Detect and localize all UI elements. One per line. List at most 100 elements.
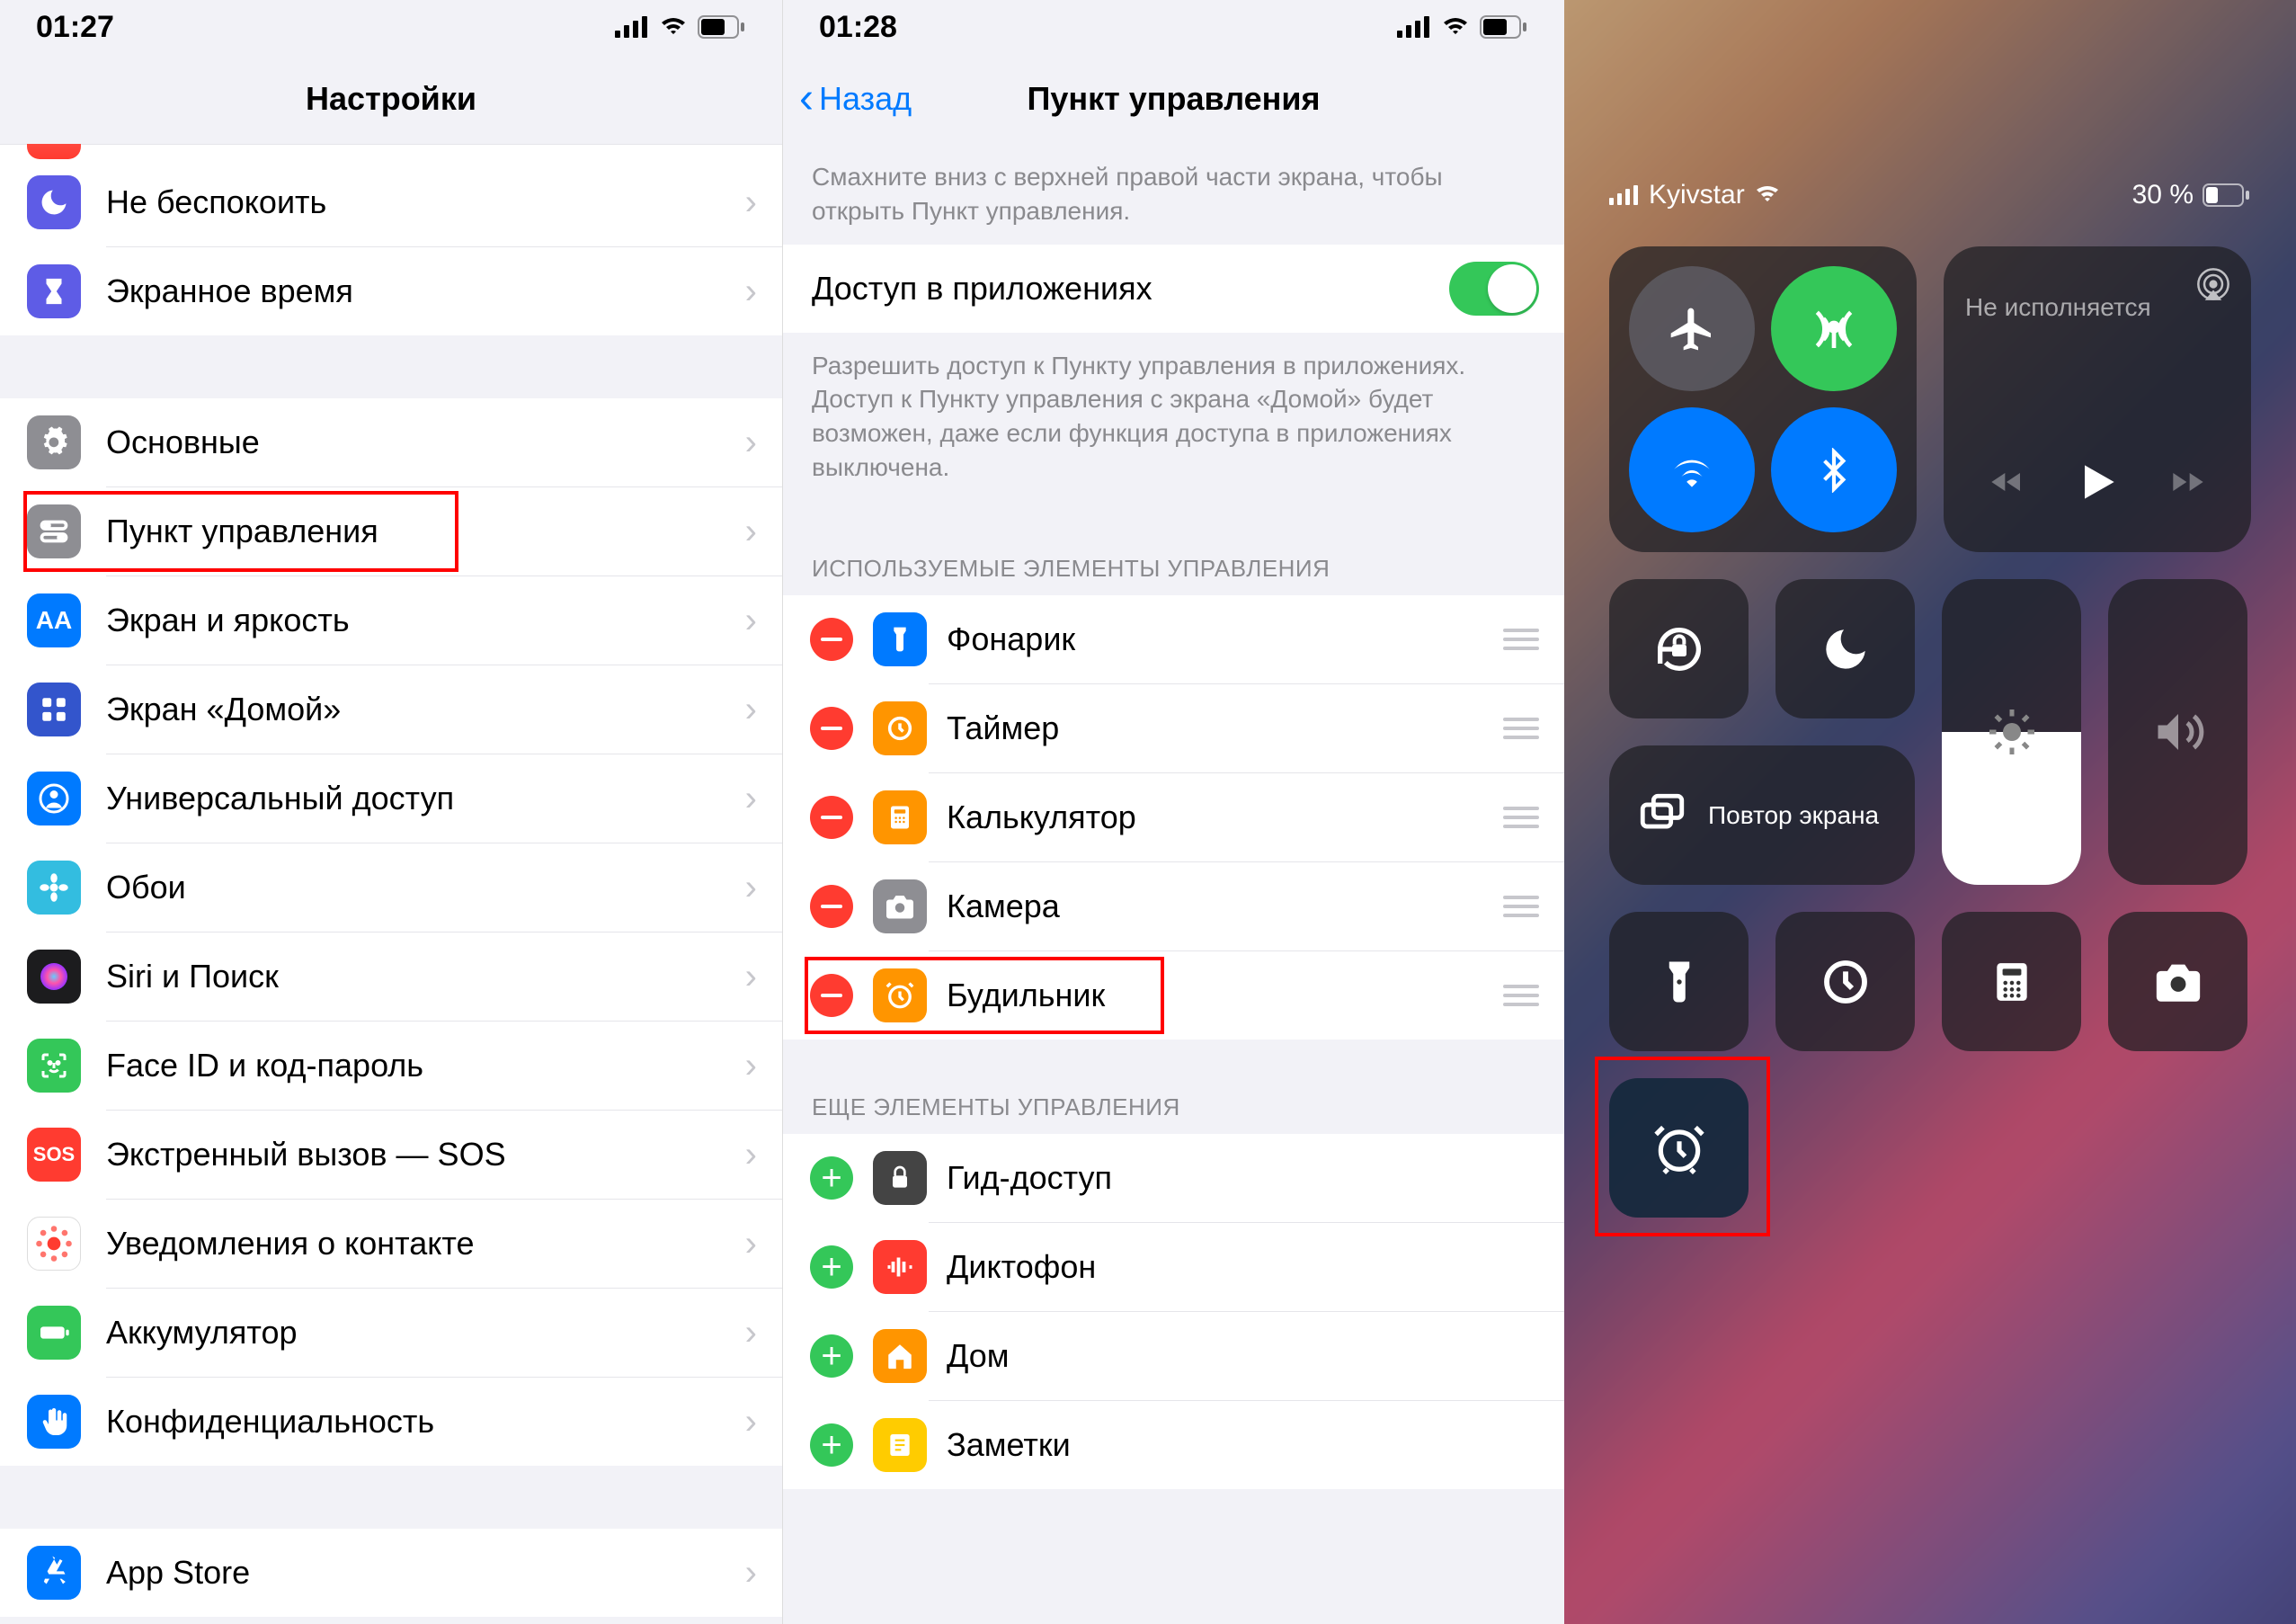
chevron-right-icon: › (745, 1046, 757, 1086)
control-row-label: Диктофон (947, 1248, 1539, 1286)
settings-row-hourglass[interactable]: Экранное время › (0, 247, 782, 335)
notes-icon (873, 1418, 927, 1472)
remove-button[interactable] (810, 974, 853, 1017)
control-row-camera[interactable]: Камера (783, 862, 1564, 950)
wifi-icon (658, 16, 689, 38)
screen-mirroring-button[interactable]: Повтор экрана (1609, 745, 1915, 885)
airplane-mode-button[interactable] (1629, 266, 1755, 391)
control-row-alarm[interactable]: Будильник (783, 951, 1564, 1040)
drag-handle-icon[interactable] (1503, 629, 1539, 650)
remove-button[interactable] (810, 707, 853, 750)
settings-row-SOS[interactable]: SOS Экстренный вызов — SOS › (0, 1111, 782, 1199)
settings-row-grid[interactable]: Экран «Домой» › (0, 665, 782, 754)
settings-row-gear[interactable]: Основные › (0, 398, 782, 486)
control-row-calculator[interactable]: Калькулятор (783, 773, 1564, 861)
cellular-data-button[interactable] (1771, 266, 1897, 391)
battery-percent: 30 % (2132, 180, 2194, 210)
control-row-flashlight[interactable]: Фонарик (783, 595, 1564, 683)
settings-row-flower[interactable]: Обои › (0, 843, 782, 932)
play-icon[interactable] (2072, 457, 2122, 507)
hand-icon (27, 1395, 81, 1449)
drag-handle-icon[interactable] (1503, 896, 1539, 917)
chevron-right-icon: › (745, 690, 757, 730)
status-time: 01:27 (36, 10, 114, 45)
control-row-label: Камера (947, 888, 1503, 925)
chevron-right-icon: › (745, 1224, 757, 1264)
access-in-apps-row[interactable]: Доступ в приложениях (783, 245, 1564, 333)
settings-row-AA[interactable]: AA Экран и яркость › (0, 576, 782, 665)
do-not-disturb-button[interactable] (1775, 579, 1915, 718)
battery-icon (698, 15, 746, 39)
settings-row-label: Face ID и код-пароль (106, 1047, 745, 1084)
timer-icon (873, 701, 927, 755)
settings-row-label: Экстренный вызов — SOS (106, 1136, 745, 1173)
calculator-button[interactable] (1942, 912, 2081, 1051)
settings-row-label: Конфиденциальность (106, 1403, 745, 1441)
hint-text: Смахните вниз с верхней правой части экр… (783, 144, 1564, 245)
add-button[interactable] (810, 1245, 853, 1289)
settings-row-face[interactable]: Face ID и код-пароль › (0, 1022, 782, 1110)
control-row-home[interactable]: Дом (783, 1312, 1564, 1400)
control-row-label: Гид-доступ (947, 1159, 1539, 1197)
bluetooth-button[interactable] (1771, 407, 1897, 532)
control-center-settings-screen: 01:28 ‹ Назад Пункт управления Смахните … (782, 0, 1564, 1624)
next-icon[interactable] (2170, 464, 2206, 500)
camera-button[interactable] (2108, 912, 2247, 1051)
settings-row-siri[interactable]: Siri и Поиск › (0, 932, 782, 1021)
remove-button[interactable] (810, 796, 853, 839)
timer-icon (1820, 957, 1871, 1007)
control-row-timer[interactable]: Таймер (783, 684, 1564, 772)
settings-row-battery[interactable]: Аккумулятор › (0, 1289, 782, 1377)
drag-handle-icon[interactable] (1503, 807, 1539, 828)
back-label: Назад (819, 80, 912, 118)
orientation-lock-button[interactable] (1609, 579, 1749, 718)
flashlight-button[interactable] (1609, 912, 1749, 1051)
antenna-icon (1809, 304, 1859, 354)
control-row-lock[interactable]: Гид-доступ (783, 1134, 1564, 1222)
settings-row-exposure[interactable]: Уведомления о контакте › (0, 1200, 782, 1288)
settings-row-label: App Store (106, 1554, 745, 1592)
grid-icon (27, 683, 81, 736)
settings-screen: 01:27 Настройки Не беспокоить › Экранное… (0, 0, 782, 1624)
remove-button[interactable] (810, 618, 853, 661)
back-button[interactable]: ‹ Назад (783, 77, 912, 120)
settings-row-appstore[interactable]: App Store › (0, 1529, 782, 1617)
brightness-slider[interactable] (1942, 579, 2081, 885)
settings-list: Не беспокоить › Экранное время › Основны… (0, 144, 782, 1617)
settings-row-hand[interactable]: Конфиденциальность › (0, 1378, 782, 1466)
settings-row-moon[interactable]: Не беспокоить › (0, 158, 782, 246)
drag-handle-icon[interactable] (1503, 985, 1539, 1006)
remove-button[interactable] (810, 885, 853, 928)
control-row-notes[interactable]: Заметки (783, 1401, 1564, 1489)
control-row-wave[interactable]: Диктофон (783, 1223, 1564, 1311)
brightness-icon (1985, 705, 2039, 759)
wifi-button[interactable] (1629, 407, 1755, 532)
AA-icon: AA (27, 593, 81, 647)
status-bar: 01:27 (0, 0, 782, 54)
add-button[interactable] (810, 1423, 853, 1467)
drag-handle-icon[interactable] (1503, 718, 1539, 739)
add-button[interactable] (810, 1334, 853, 1378)
previous-icon[interactable] (1989, 464, 2025, 500)
access-toggle[interactable] (1449, 262, 1539, 316)
lock-icon (873, 1151, 927, 1205)
add-button[interactable] (810, 1156, 853, 1200)
moon-icon (27, 175, 81, 229)
chevron-right-icon: › (745, 272, 757, 312)
chevron-right-icon: › (745, 779, 757, 819)
status-bar: 01:28 (783, 0, 1564, 54)
settings-row-person[interactable]: Универсальный доступ › (0, 754, 782, 843)
airplane-icon (1667, 304, 1717, 354)
alarm-clock-icon (1651, 1120, 1707, 1176)
media-module[interactable]: Не исполняется (1944, 246, 2251, 552)
alarm-button[interactable] (1609, 1078, 1749, 1218)
volume-slider[interactable] (2108, 579, 2247, 885)
page-title: Настройки (0, 80, 782, 118)
flashlight-icon (1655, 958, 1704, 1006)
status-indicators (615, 15, 746, 39)
chevron-right-icon: › (745, 1313, 757, 1353)
timer-button[interactable] (1775, 912, 1915, 1051)
settings-row-label: Универсальный доступ (106, 780, 745, 817)
settings-row-switches[interactable]: Пункт управления › (0, 487, 782, 576)
camera-icon (2152, 956, 2204, 1008)
